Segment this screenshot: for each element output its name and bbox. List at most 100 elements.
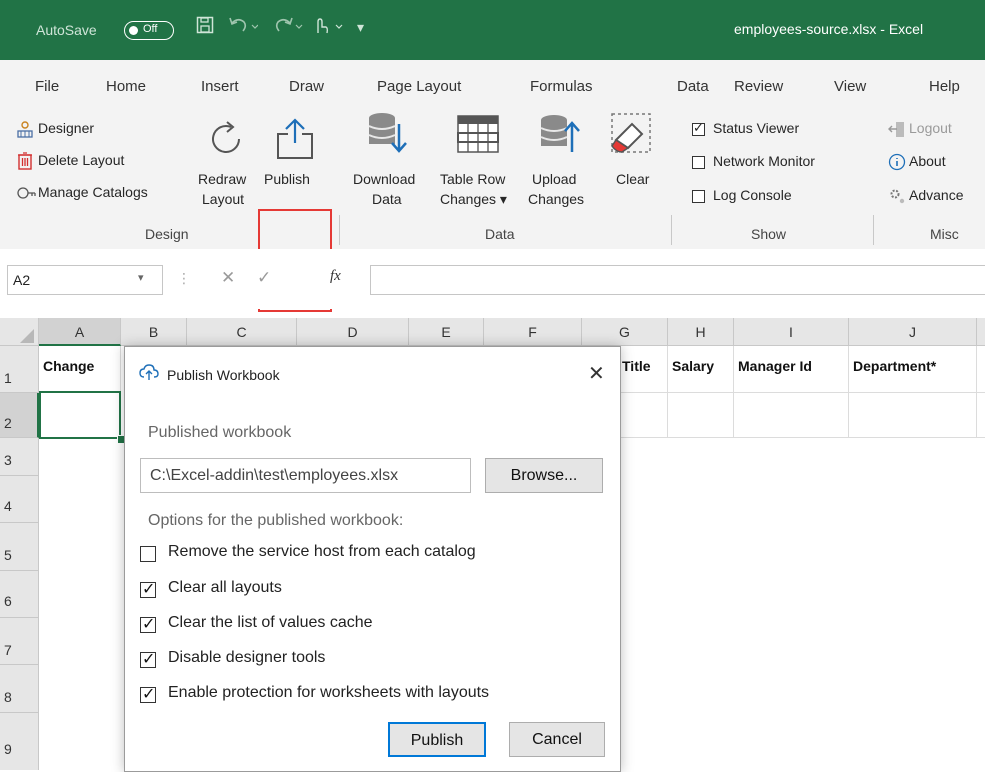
touch-mode-icon[interactable] xyxy=(312,16,346,39)
cancel-icon[interactable]: ✕ xyxy=(221,268,235,288)
designer-icon xyxy=(16,120,34,143)
cancel-button[interactable]: Cancel xyxy=(509,722,605,757)
tab-page-layout[interactable]: Page Layout xyxy=(377,78,461,95)
row-header-7[interactable]: 7 xyxy=(0,618,39,665)
clear-button[interactable]: Clear xyxy=(604,110,660,210)
row-header-9[interactable]: 9 xyxy=(0,713,39,770)
name-box[interactable]: A2 ▾ xyxy=(7,265,163,295)
redraw-layout-button[interactable]: Redraw Layout xyxy=(196,115,256,213)
eraser-icon xyxy=(606,112,654,161)
publish-label: Publish xyxy=(264,171,310,187)
publish-ribbon-button[interactable]: Publish xyxy=(262,115,328,213)
upload-changes-button[interactable]: Upload Changes xyxy=(528,110,598,210)
publish-workbook-dialog: Publish Workbook ✕ Published workbook C:… xyxy=(124,346,621,772)
save-icon[interactable] xyxy=(196,16,214,39)
cell-i2[interactable] xyxy=(734,393,849,438)
option-remove-service-host-label: Remove the service host from each catalo… xyxy=(168,543,476,560)
formula-input[interactable] xyxy=(370,265,985,295)
col-header-b[interactable]: B xyxy=(121,318,187,346)
published-workbook-label: Published workbook xyxy=(148,424,292,441)
title-bar: AutoSave Off ▾ employees-source.xlsx - E… xyxy=(0,0,985,60)
tab-home[interactable]: Home xyxy=(106,78,146,95)
tab-review[interactable]: Review xyxy=(734,78,783,95)
table-row-changes-button[interactable]: Table Row Changes ▾ xyxy=(440,110,520,210)
col-header-c[interactable]: C xyxy=(187,318,297,346)
tab-insert[interactable]: Insert xyxy=(201,78,239,95)
option-clear-values-cache-checkbox[interactable] xyxy=(140,614,156,634)
formula-bar: A2 ▾ ⋮ ✕ ✓ fx xyxy=(0,249,985,309)
status-viewer-check[interactable] xyxy=(692,120,705,136)
option-disable-designer-checkbox[interactable] xyxy=(140,649,156,669)
redo-icon[interactable] xyxy=(274,16,304,39)
col-header-k[interactable] xyxy=(977,318,985,346)
ribbon: Designer Delete Layout Manage Catalogs R… xyxy=(0,105,985,312)
header-cell-salary[interactable]: Salary xyxy=(668,346,734,393)
row-header-5[interactable]: 5 xyxy=(0,523,39,571)
log-console-check[interactable] xyxy=(692,190,705,203)
tab-view[interactable]: View xyxy=(834,78,866,95)
workbook-path-field[interactable]: C:\Excel-addin\test\employees.xlsx xyxy=(140,458,471,493)
cell-j2[interactable] xyxy=(849,393,977,438)
row-header-3[interactable]: 3 xyxy=(0,438,39,476)
cell-h2[interactable] xyxy=(668,393,734,438)
about-label: About xyxy=(909,153,946,169)
active-cell-a2[interactable] xyxy=(39,391,121,439)
data-group-label: Data xyxy=(485,226,515,242)
option-remove-service-host-checkbox[interactable] xyxy=(140,546,156,562)
row-header-1[interactable]: 1 xyxy=(0,346,39,393)
tab-help[interactable]: Help xyxy=(929,78,960,95)
col-header-h[interactable]: H xyxy=(668,318,734,346)
option-clear-layouts-checkbox[interactable] xyxy=(140,579,156,599)
col-header-a[interactable]: A xyxy=(39,318,121,346)
header-cell-k[interactable] xyxy=(977,346,985,393)
separator xyxy=(873,215,874,245)
browse-button[interactable]: Browse... xyxy=(485,458,603,493)
download-data-button[interactable]: Download Data xyxy=(348,110,428,210)
tab-file[interactable]: File xyxy=(35,78,59,95)
tab-draw[interactable]: Draw xyxy=(289,78,324,95)
tab-data[interactable]: Data xyxy=(677,78,709,95)
insert-function-icon[interactable]: fx xyxy=(330,268,341,285)
table-row-label-1: Table Row xyxy=(440,171,506,187)
design-group-label: Design xyxy=(145,226,189,242)
logout-icon xyxy=(888,121,906,141)
col-header-i[interactable]: I xyxy=(734,318,849,346)
tab-formulas[interactable]: Formulas xyxy=(530,78,593,95)
col-header-j[interactable]: J xyxy=(849,318,977,346)
cloud-icon xyxy=(139,364,159,385)
col-header-g[interactable]: G xyxy=(582,318,668,346)
row-header-2[interactable]: 2 xyxy=(0,393,39,438)
autosave-toggle[interactable]: Off xyxy=(124,21,174,40)
document-title: employees-source.xlsx - Excel xyxy=(734,21,924,37)
select-all-corner[interactable] xyxy=(0,318,39,346)
col-header-d[interactable]: D xyxy=(297,318,409,346)
cell-k2[interactable] xyxy=(977,393,985,438)
upload-icon xyxy=(538,110,582,159)
publish-button[interactable]: Publish xyxy=(388,722,486,757)
separator xyxy=(671,215,672,245)
undo-icon[interactable] xyxy=(228,16,259,39)
network-monitor-label: Network Monitor xyxy=(713,153,815,169)
show-group-label: Show xyxy=(751,226,787,242)
header-cell-change[interactable]: Change xyxy=(39,346,121,393)
option-enable-protection-label: Enable protection for worksheets with la… xyxy=(168,684,490,701)
gear-icon xyxy=(888,187,906,208)
network-monitor-check[interactable] xyxy=(692,156,705,169)
advanced-label: Advance xyxy=(909,187,964,203)
options-label: Options for the published workbook: xyxy=(148,512,404,529)
row-header-6[interactable]: 6 xyxy=(0,571,39,618)
header-cell-manager-id[interactable]: Manager Id xyxy=(734,346,849,393)
col-header-f[interactable]: F xyxy=(484,318,582,346)
download-label-2: Data xyxy=(372,191,402,207)
close-icon[interactable]: ✕ xyxy=(588,361,605,386)
table-row-label-2: Changes ▾ xyxy=(440,191,507,207)
col-header-e[interactable]: E xyxy=(409,318,484,346)
row-header-4[interactable]: 4 xyxy=(0,476,39,523)
chevron-down-icon[interactable]: ▾ xyxy=(138,271,144,284)
download-label-1: Download xyxy=(353,171,416,187)
header-cell-department[interactable]: Department* xyxy=(849,346,977,393)
enter-icon[interactable]: ✓ xyxy=(257,268,271,288)
customize-qat-icon[interactable]: ▾ xyxy=(357,19,364,36)
option-enable-protection-checkbox[interactable] xyxy=(140,684,156,704)
row-header-8[interactable]: 8 xyxy=(0,665,39,713)
